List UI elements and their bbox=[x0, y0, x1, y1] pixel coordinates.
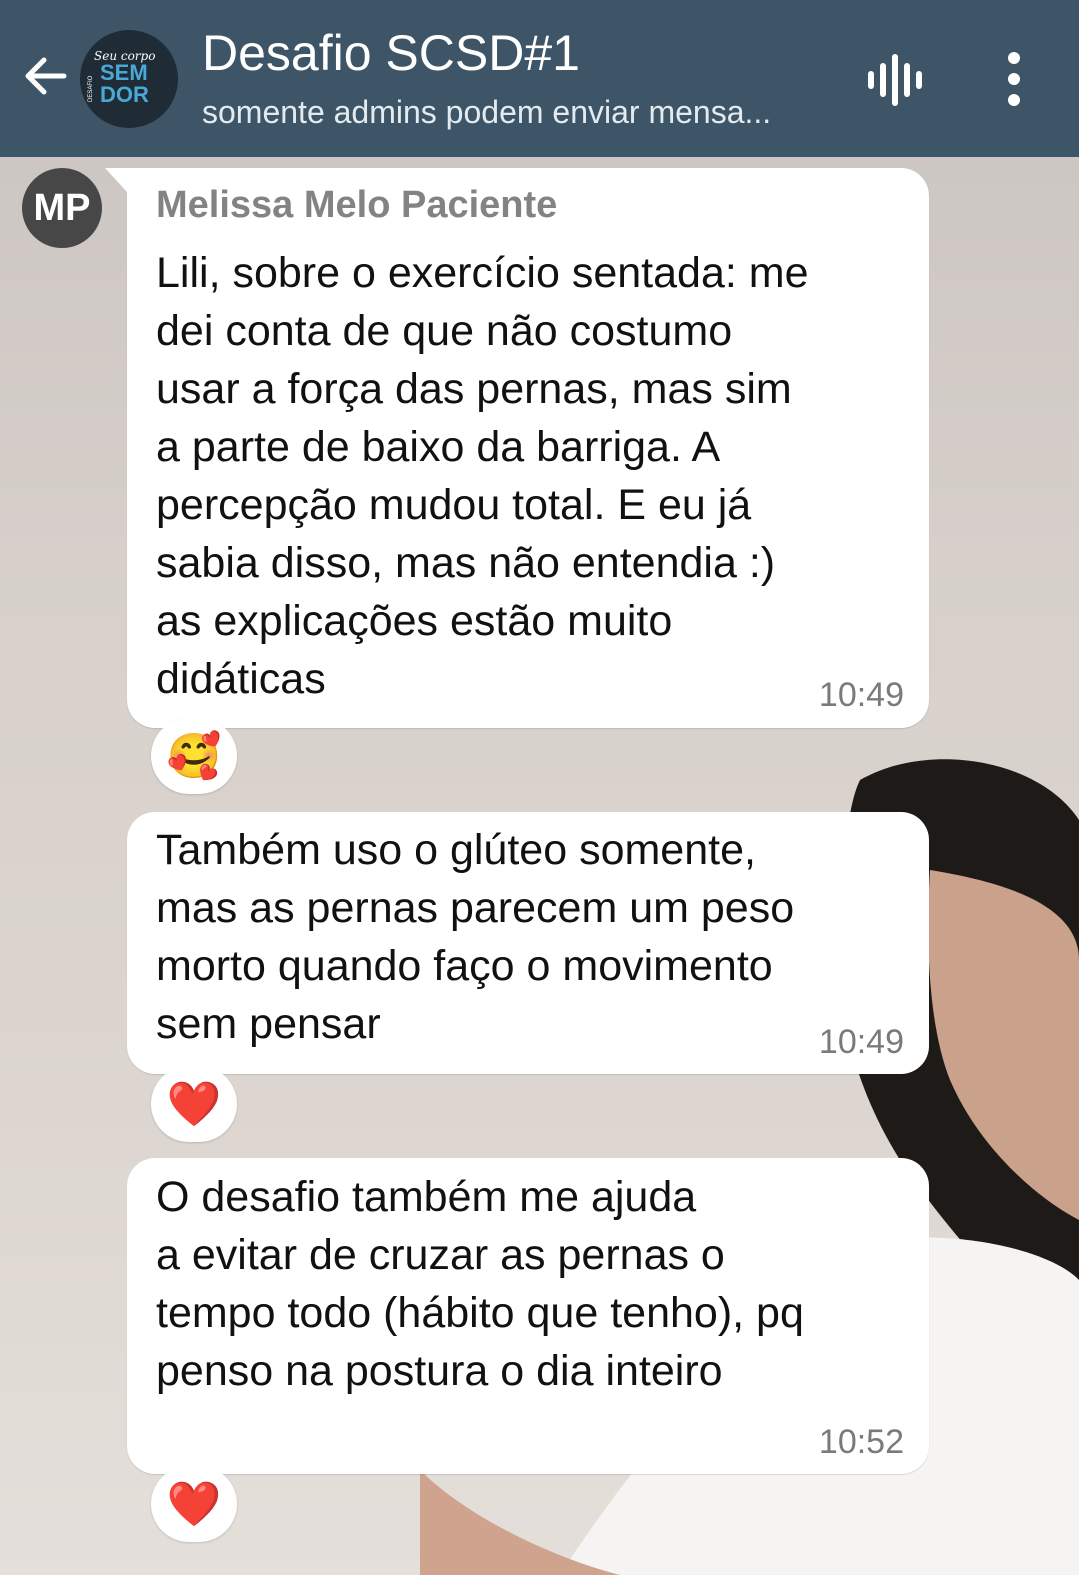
reaction-smiling-hearts-icon[interactable]: 🥰 bbox=[151, 718, 237, 794]
reaction-heart-icon[interactable]: ❤️ bbox=[151, 1466, 237, 1542]
more-options-icon[interactable] bbox=[994, 50, 1034, 108]
message-text: Também uso o glúteo somente, mas as pern… bbox=[156, 826, 795, 1048]
message-text: Lili, sobre o exercício sentada: me dei … bbox=[156, 249, 809, 703]
message-time: 10:52 bbox=[818, 1423, 904, 1461]
message-time: 10:49 bbox=[818, 676, 904, 714]
chat-subtitle: somente admins podem enviar mensa... bbox=[202, 94, 772, 130]
reaction-heart-icon[interactable]: ❤️ bbox=[151, 1066, 237, 1142]
sender-avatar[interactable]: MP bbox=[22, 168, 102, 248]
message-bubble[interactable]: Também uso o glúteo somente, mas as pern… bbox=[127, 812, 929, 1074]
back-arrow-icon[interactable] bbox=[18, 48, 74, 104]
group-avatar[interactable]: Seu corpo SEM DOR DESAFIO bbox=[80, 30, 178, 128]
message-text: O desafio também me ajuda a evitar de cr… bbox=[156, 1173, 804, 1395]
avatar-text-desafio: DESAFIO bbox=[88, 75, 94, 102]
chat-title[interactable]: Desafio SCSD#1 bbox=[202, 24, 580, 82]
message-bubble[interactable]: O desafio também me ajuda a evitar de cr… bbox=[127, 1158, 929, 1474]
chat-header: Seu corpo SEM DOR DESAFIO Desafio SCSD#1… bbox=[0, 0, 1079, 157]
voice-chat-icon[interactable] bbox=[866, 54, 924, 106]
message-time: 10:49 bbox=[818, 1023, 904, 1061]
message-bubble[interactable]: Melissa Melo Paciente Lili, sobre o exer… bbox=[105, 168, 929, 728]
sender-name[interactable]: Melissa Melo Paciente bbox=[156, 184, 557, 227]
avatar-text-dor: DOR bbox=[100, 82, 149, 107]
bubble-tail bbox=[105, 168, 127, 192]
